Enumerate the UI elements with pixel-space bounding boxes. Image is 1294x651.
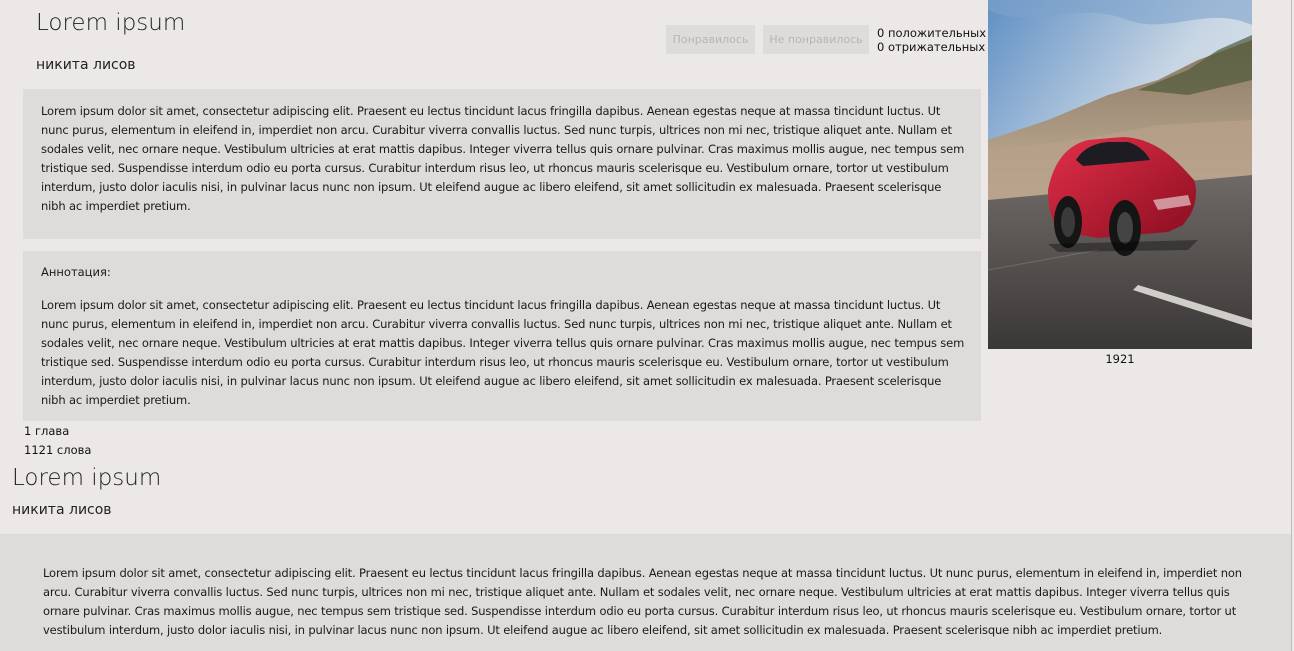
book-author[interactable]: никита лисов — [12, 502, 112, 518]
like-button[interactable]: Понравилось — [666, 25, 755, 54]
page-right-border — [1291, 0, 1292, 651]
word-count: 1121 слова — [24, 443, 92, 457]
annotation-text: Lorem ipsum dolor sit amet, consectetur … — [41, 298, 965, 407]
chapter-count: 1 глава — [24, 424, 70, 438]
publication-year: 1921 — [1105, 352, 1135, 366]
book-title[interactable]: Lorem ipsum — [12, 465, 161, 491]
book-title[interactable]: Lorem ipsum — [36, 10, 185, 36]
description-box: Lorem ipsum dolor sit amet, consectetur … — [23, 89, 981, 239]
book-author[interactable]: никита лисов — [36, 57, 136, 73]
annotation-box: Аннотация: Lorem ipsum dolor sit amet, c… — [23, 251, 981, 421]
description-box: Lorem ipsum dolor sit amet, consectetur … — [0, 534, 1291, 651]
positive-count: 0 положительных — [877, 26, 987, 40]
negative-count: 0 отрижательных — [877, 40, 986, 54]
dislike-button[interactable]: Не понравилось — [763, 25, 869, 54]
rating-counts: 0 положительных 0 отрижательных — [877, 26, 986, 54]
annotation-label: Аннотация: — [41, 265, 111, 279]
description-text: Lorem ipsum dolor sit amet, consectetur … — [43, 566, 1242, 637]
description-text: Lorem ipsum dolor sit amet, consectetur … — [41, 104, 965, 213]
book-cover-image[interactable] — [988, 0, 1252, 349]
red-sports-car-icon — [988, 0, 1252, 349]
